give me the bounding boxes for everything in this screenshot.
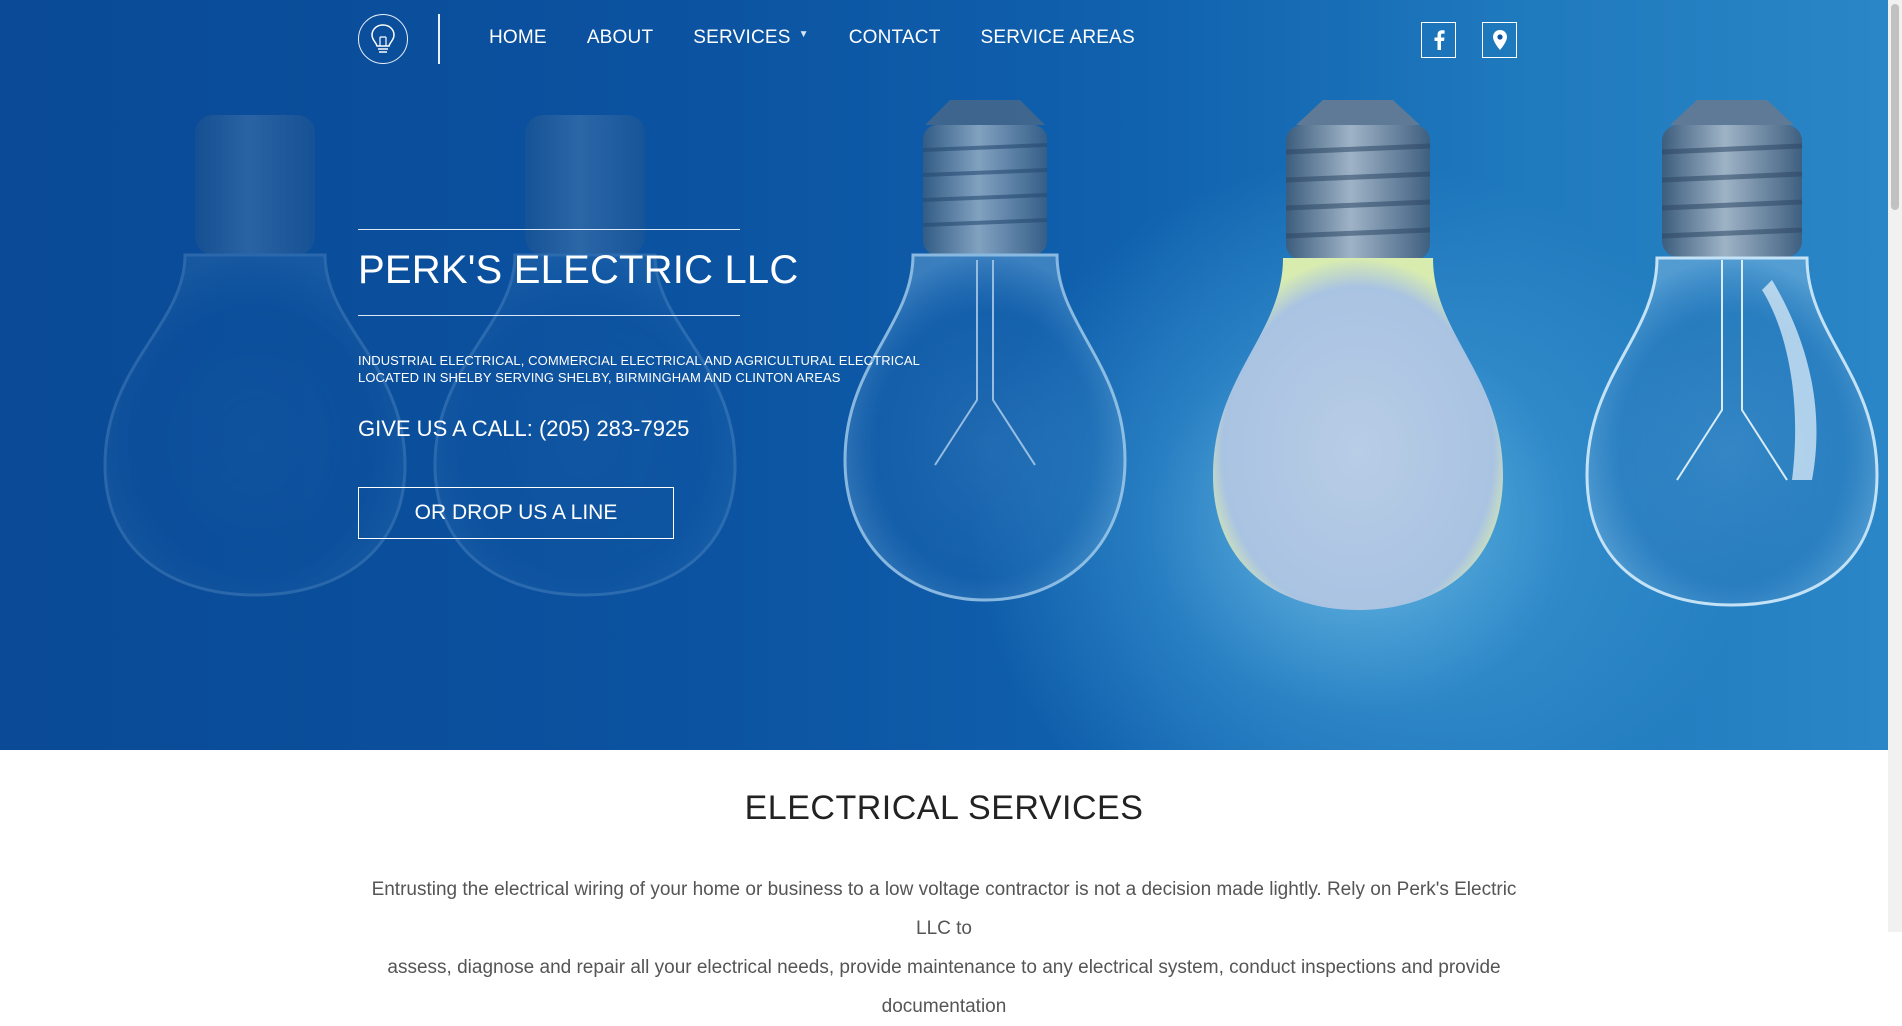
bulb-shape <box>843 100 1127 602</box>
nav-item-service-areas[interactable]: SERVICE AREAS <box>981 27 1135 49</box>
nav-item-contact[interactable]: CONTACT <box>849 27 941 49</box>
title-top-rule <box>358 229 740 230</box>
logo-divider <box>438 14 440 64</box>
nav-item-services-label: SERVICES <box>693 27 791 48</box>
tagline-line-1: INDUSTRIAL ELECTRICAL, COMMERCIAL ELECTR… <box>358 353 920 368</box>
page-title: PERK'S ELECTRIC LLC <box>358 248 799 292</box>
map-pin-icon <box>1492 30 1507 50</box>
main-menu: HOME ABOUT SERVICES ▼ CONTACT SERVICE ARE… <box>489 27 1175 49</box>
intro-paragraph: Entrusting the electrical wiring of your… <box>358 870 1530 1026</box>
lit-bulb-shape <box>1213 100 1503 610</box>
tagline: INDUSTRIAL ELECTRICAL, COMMERCIAL ELECTR… <box>358 352 920 386</box>
nav-item-about[interactable]: ABOUT <box>587 27 653 49</box>
caret-down-icon: ▼ <box>798 29 809 40</box>
top-navigation: HOME ABOUT SERVICES ▼ CONTACT SERVICE ARE… <box>0 0 1888 80</box>
hero-section: HOME ABOUT SERVICES ▼ CONTACT SERVICE ARE… <box>0 0 1888 750</box>
intro-line-1: Entrusting the electrical wiring of your… <box>371 879 1517 939</box>
title-bottom-rule <box>358 315 740 316</box>
facebook-icon <box>1434 30 1445 50</box>
map-location-link[interactable] <box>1482 22 1517 58</box>
bulb-shape <box>1585 100 1879 607</box>
drop-us-a-line-button[interactable]: OR DROP US A LINE <box>358 487 674 539</box>
lightbulb-icon <box>371 24 395 53</box>
facebook-link[interactable] <box>1421 22 1456 58</box>
nav-item-home[interactable]: HOME <box>489 27 547 49</box>
page-scrollbar[interactable] <box>1888 0 1902 932</box>
scrollbar-thumb[interactable] <box>1891 4 1899 210</box>
logo[interactable] <box>358 14 408 64</box>
phone-call-text[interactable]: GIVE US A CALL: (205) 283-7925 <box>358 416 689 442</box>
nav-item-services[interactable]: SERVICES ▼ <box>693 27 808 49</box>
intro-line-2: assess, diagnose and repair all your ele… <box>387 957 1501 1017</box>
lightbulbs-background-image <box>103 100 1879 610</box>
tagline-line-2: LOCATED IN SHELBY SERVING SHELBY, BIRMIN… <box>358 370 841 385</box>
section-title: ELECTRICAL SERVICES <box>744 789 1144 827</box>
